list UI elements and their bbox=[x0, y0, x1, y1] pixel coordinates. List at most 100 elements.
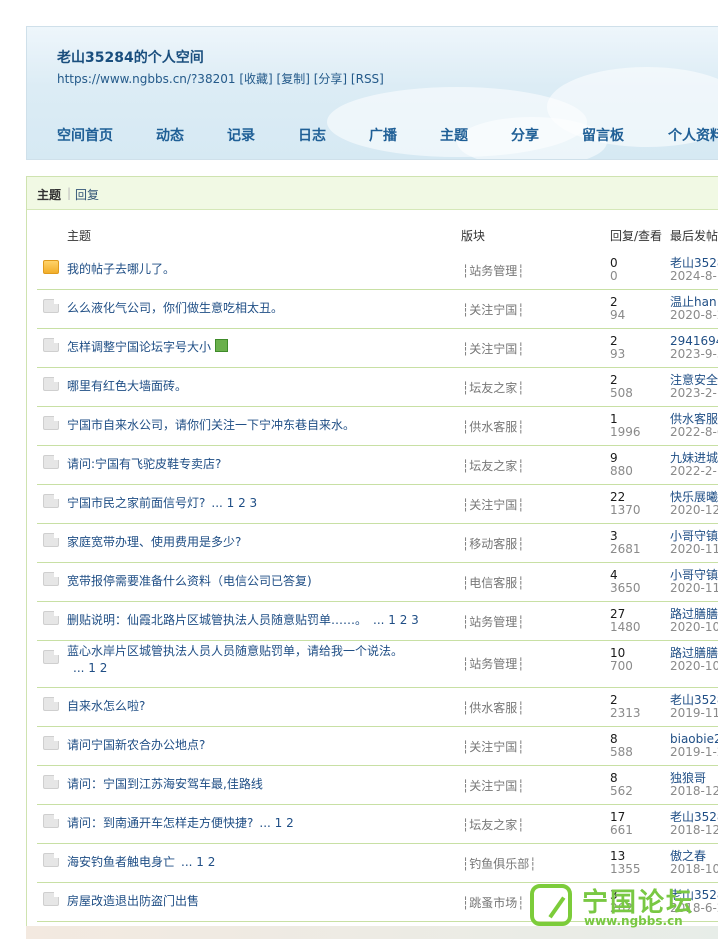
thread-subject-link[interactable]: 请问:宁国有飞驼皮鞋专卖店? bbox=[67, 457, 221, 471]
last-post-date[interactable]: 2023-2-1 bbox=[670, 387, 718, 400]
forum-link[interactable]: ┆钓鱼俱乐部┆ bbox=[462, 855, 536, 872]
thread-subject-cell: 删贴说明：仙霞北路片区城管执法人员随意贴罚单……。 ... 1 2 3 bbox=[67, 612, 447, 629]
last-post-date[interactable]: 2019-11- bbox=[670, 707, 718, 720]
share-link[interactable]: [分享] bbox=[314, 72, 347, 86]
table-row[interactable]: 哪里有红色大墙面砖。┆坛友之家┆2508注意安全2023-2-1 bbox=[37, 367, 718, 407]
thread-subject-link[interactable]: 么么液化气公司，你们做生意吃相太丑。 bbox=[67, 301, 283, 315]
forum-link[interactable]: ┆关注宁国┆ bbox=[462, 496, 524, 513]
thread-subject-link[interactable]: 宁国市自来水公司，请你们关注一下宁冲东巷自来水。 bbox=[67, 418, 355, 432]
table-row[interactable]: 宁国市民之家前面信号灯?... 1 2 3 ┆关注宁国┆ 22 1370 快乐展曦 202… bbox=[37, 484, 718, 524]
thread-subject-link[interactable]: 房屋改造退出防盗门出售 bbox=[67, 894, 199, 908]
table-row[interactable]: 海安钓鱼者触电身亡... 1 2┆钓鱼俱乐部┆131355傲之春2018-10- bbox=[37, 843, 718, 883]
forum-link[interactable]: ┆供水客服┆ bbox=[462, 418, 524, 435]
forum-link[interactable]: ┆坛友之家┆ bbox=[462, 379, 524, 396]
forum-link[interactable]: ┆关注宁国┆ bbox=[462, 340, 524, 357]
table-row[interactable]: 自来水怎么啦?┆供水客服┆22313老山35282019-11- bbox=[37, 687, 718, 727]
last-post-date[interactable]: 2018-12- bbox=[670, 824, 718, 837]
thread-subject-cell: 我的帖子去哪儿了。 bbox=[67, 261, 447, 278]
thread-subject-link[interactable]: 海安钓鱼者触电身亡 bbox=[67, 855, 175, 869]
col-stats: 回复/查看 bbox=[610, 229, 663, 243]
table-row[interactable]: 么么液化气公司，你们做生意吃相太丑。┆关注宁国┆294温止han2020-8-2 bbox=[37, 289, 718, 329]
last-post-date[interactable]: 2020-11- bbox=[670, 582, 718, 595]
last-post-date[interactable]: 2019-1-2 bbox=[670, 746, 718, 759]
last-post-date[interactable]: 2020-10- bbox=[670, 660, 718, 673]
nav-share[interactable]: 分享 bbox=[511, 125, 539, 145]
tab-threads[interactable]: 主题 bbox=[37, 186, 61, 203]
thread-subject-link[interactable]: 哪里有红色大墙面砖。 bbox=[67, 379, 187, 393]
forum-link[interactable]: ┆坛友之家┆ bbox=[462, 816, 524, 833]
last-post-date[interactable]: 2022-2-1 bbox=[670, 465, 718, 478]
nav-threads[interactable]: 主题 bbox=[440, 125, 468, 145]
table-row[interactable]: 请问：到南通开车怎样走方便快捷?... 1 2┆坛友之家┆17661老山3528… bbox=[37, 804, 718, 844]
last-post-date[interactable]: 2020-10- bbox=[670, 621, 718, 634]
copy-link[interactable]: [复制] bbox=[277, 72, 310, 86]
last-post-date[interactable]: 2024-8-1 bbox=[670, 270, 718, 283]
table-row[interactable]: 请问宁国新农合办公地点?┆关注宁国┆8588biaobie22019-1-2 bbox=[37, 726, 718, 766]
thread-pages[interactable]: ... 1 2 3 bbox=[373, 613, 419, 627]
thread-subject-link[interactable]: 蓝心水岸片区城管执法人员人员随意贴罚单，请给我一个说法。 bbox=[67, 644, 403, 658]
forum-link[interactable]: ┆站务管理┆ bbox=[462, 262, 524, 279]
thread-subject-link[interactable]: 宁国市民之家前面信号灯? bbox=[67, 496, 205, 510]
thread-subject-link[interactable]: 请问：宁国到江苏海安驾车最,佳路线 bbox=[67, 777, 263, 791]
table-row[interactable]: 宽带报停需要准备什么资料（电信公司已答复) ┆电信客服┆ 4 3650 小哥守镇 2020… bbox=[37, 562, 718, 602]
forum-name: 站务管理 bbox=[469, 657, 518, 671]
view-count: 0 bbox=[610, 269, 618, 283]
nav-profile[interactable]: 个人资料 bbox=[668, 125, 718, 145]
thread-subject-link[interactable]: 我的帖子去哪儿了。 bbox=[67, 262, 175, 276]
table-row[interactable]: 家庭宽带办理、使用费用是多少?┆移动客服┆32681小哥守镇2020-11- bbox=[37, 523, 718, 563]
tab-replies[interactable]: 回复 bbox=[75, 186, 99, 203]
nav-feed[interactable]: 动态 bbox=[156, 125, 184, 145]
thread-pages[interactable]: ... 1 2 bbox=[259, 816, 293, 830]
table-row[interactable]: 删贴说明：仙霞北路片区城管执法人员随意贴罚单……。 ... 1 2 3 ┆站务管理┆… bbox=[37, 601, 718, 641]
table-row[interactable]: 请问:宁国有飞驼皮鞋专卖店?┆坛友之家┆9880九妹进城2022-2-1 bbox=[37, 445, 718, 485]
thread-subject-link[interactable]: 家庭宽带办理、使用费用是多少? bbox=[67, 535, 241, 549]
table-row[interactable]: 怎样调整宁国论坛字号大小┆关注宁国┆29329416942023-9-3 bbox=[37, 328, 718, 368]
rss-link[interactable]: [RSS] bbox=[351, 72, 384, 86]
favorite-link[interactable]: [收藏] bbox=[239, 72, 272, 86]
thread-subject-link[interactable]: 请问：到南通开车怎样走方便快捷? bbox=[67, 816, 253, 830]
thread-pages[interactable]: ... 1 2 3 bbox=[211, 496, 257, 510]
folder-icon bbox=[43, 299, 59, 313]
table-row[interactable]: 我的帖子去哪儿了。┆站务管理┆00老山35282024-8-1 bbox=[37, 250, 718, 290]
forum-link[interactable]: ┆站务管理┆ bbox=[462, 655, 524, 672]
forum-link[interactable]: ┆坛友之家┆ bbox=[462, 457, 524, 474]
thread-subject-link[interactable]: 宽带报停需要准备什么资料（电信公司已答复) bbox=[67, 574, 312, 588]
table-row[interactable]: 蓝心水岸片区城管执法人员人员随意贴罚单，请给我一个说法。 ... 1 2 ┆站务管理… bbox=[37, 640, 718, 688]
forum-link[interactable]: ┆关注宁国┆ bbox=[462, 738, 524, 755]
forum-link[interactable]: ┆供水客服┆ bbox=[462, 699, 524, 716]
last-post-date[interactable]: 2020-8-2 bbox=[670, 309, 718, 322]
forum-link[interactable]: ┆移动客服┆ bbox=[462, 535, 524, 552]
nav-guestbook[interactable]: 留言板 bbox=[582, 125, 624, 145]
last-post-date[interactable]: 2020-12- bbox=[670, 504, 718, 517]
last-post-date[interactable]: 2018-10- bbox=[670, 863, 718, 876]
last-post-date[interactable]: 2022-8-6 bbox=[670, 426, 718, 439]
space-title[interactable]: 老山35284的个人空间 bbox=[57, 47, 204, 67]
thread-subject-link[interactable]: 请问宁国新农合办公地点? bbox=[67, 738, 205, 752]
nav-home[interactable]: 空间首页 bbox=[57, 125, 113, 145]
last-post-date[interactable]: 2020-11- bbox=[670, 543, 718, 556]
thread-subject-cell: 么么液化气公司，你们做生意吃相太丑。 bbox=[67, 300, 447, 317]
forum-link[interactable]: ┆关注宁国┆ bbox=[462, 777, 524, 794]
forum-link[interactable]: ┆跳蚤市场┆ bbox=[462, 894, 524, 911]
last-post-date[interactable]: 2018-12- bbox=[670, 785, 718, 798]
folder-icon bbox=[43, 853, 59, 867]
thread-subject-link[interactable]: 怎样调整宁国论坛字号大小 bbox=[67, 340, 211, 354]
space-url[interactable]: https://www.ngbbs.cn/?38201 bbox=[57, 72, 235, 86]
thread-subject-link[interactable]: 删贴说明：仙霞北路片区城管执法人员随意贴罚单……。 bbox=[67, 613, 367, 627]
last-post-date[interactable]: 2023-9-3 bbox=[670, 348, 718, 361]
forum-link[interactable]: ┆电信客服┆ bbox=[462, 574, 524, 591]
thread-pages[interactable]: ... 1 2 bbox=[73, 661, 107, 675]
forum-link[interactable]: ┆站务管理┆ bbox=[462, 613, 524, 630]
forum-name: 关注宁国 bbox=[469, 779, 518, 793]
nav-records[interactable]: 记录 bbox=[227, 125, 255, 145]
thread-subject-link[interactable]: 自来水怎么啦? bbox=[67, 699, 145, 713]
nav-broadcast[interactable]: 广播 bbox=[369, 125, 397, 145]
table-row[interactable]: 请问：宁国到江苏海安驾车最,佳路线┆关注宁国┆8562独狼哥2018-12- bbox=[37, 765, 718, 805]
nav-blog[interactable]: 日志 bbox=[298, 125, 326, 145]
forum-name: 坛友之家 bbox=[469, 459, 518, 473]
table-row[interactable]: 宁国市自来水公司，请你们关注一下宁冲东巷自来水。 ┆供水客服┆ 1 1996 供水客服 2… bbox=[37, 406, 718, 446]
forum-name: 站务管理 bbox=[469, 615, 518, 629]
thread-pages[interactable]: ... 1 2 bbox=[181, 855, 215, 869]
forum-name: 钓鱼俱乐部 bbox=[469, 857, 530, 871]
forum-link[interactable]: ┆关注宁国┆ bbox=[462, 301, 524, 318]
